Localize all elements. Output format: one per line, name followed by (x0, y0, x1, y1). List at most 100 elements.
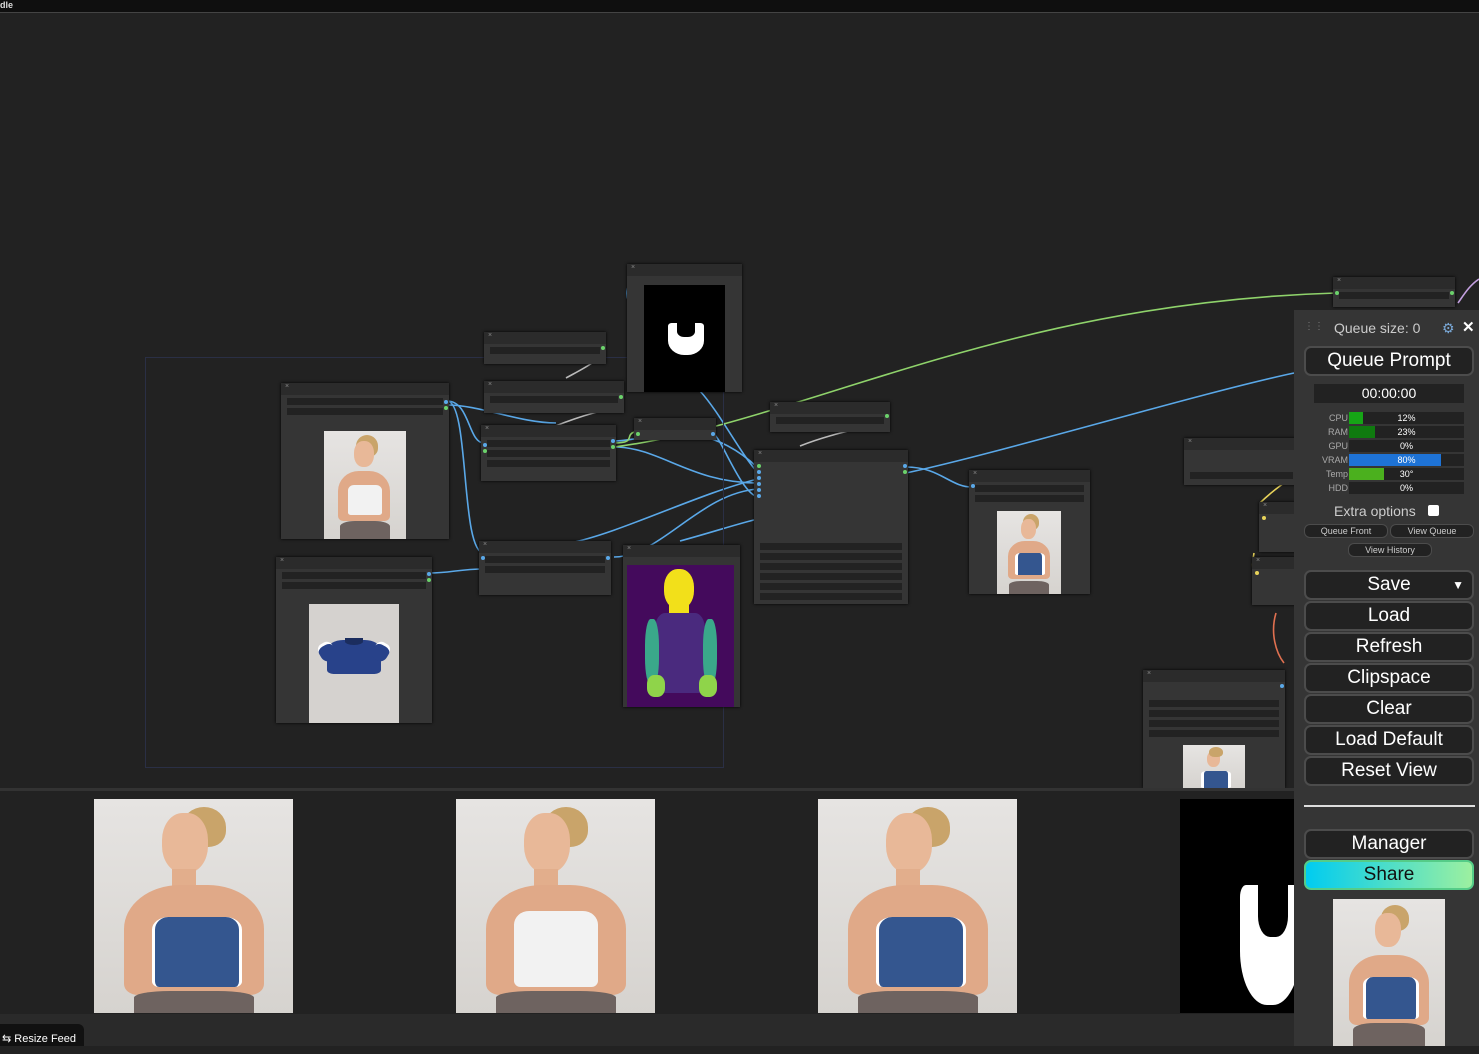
mask-preview-node[interactable] (627, 263, 742, 392)
node-title[interactable] (969, 469, 1090, 482)
input-socket[interactable] (481, 556, 485, 560)
clear-button[interactable]: Clear (1304, 694, 1474, 724)
node-widget[interactable] (1149, 710, 1279, 717)
graph-node[interactable] (770, 401, 890, 432)
node-widget[interactable] (1149, 700, 1279, 707)
node-widget[interactable] (776, 417, 884, 424)
result-preview-node[interactable] (969, 469, 1090, 594)
node-widget[interactable] (760, 573, 902, 580)
node-widget[interactable] (760, 563, 902, 570)
sampler-node[interactable] (754, 449, 908, 604)
graph-node[interactable] (1184, 437, 1299, 485)
node-widget[interactable] (485, 566, 605, 573)
resize-feed-button[interactable]: ⇆ Resize Feed (0, 1024, 84, 1046)
queue-panel-header[interactable]: ⋮⋮ Queue size: 0 ⚙ ✕ (1294, 318, 1479, 338)
output-socket[interactable] (903, 470, 907, 474)
output-socket[interactable] (611, 439, 615, 443)
node-title[interactable] (1184, 437, 1299, 450)
input-socket[interactable] (757, 470, 761, 474)
load-default-button[interactable]: Load Default (1304, 725, 1474, 755)
clipspace-button[interactable]: Clipspace (1304, 663, 1474, 693)
node-widget[interactable] (282, 572, 426, 579)
node-widget[interactable] (1190, 472, 1293, 479)
input-socket[interactable] (483, 443, 487, 447)
node-widget[interactable] (1149, 730, 1279, 737)
node-title[interactable] (1333, 276, 1455, 289)
graph-node[interactable] (484, 380, 624, 413)
output-socket[interactable] (427, 578, 431, 582)
node-title[interactable] (754, 449, 908, 462)
graph-node[interactable] (484, 331, 606, 364)
node-title[interactable] (276, 556, 432, 569)
gear-icon[interactable]: ⚙ (1442, 320, 1455, 337)
node-widget[interactable] (1339, 292, 1449, 299)
node-widget[interactable] (487, 450, 610, 457)
node-widget[interactable] (487, 440, 610, 447)
output-socket[interactable] (606, 556, 610, 560)
load-button[interactable]: Load (1304, 601, 1474, 631)
chevron-down-icon[interactable]: ▼ (1452, 572, 1464, 598)
node-widget[interactable] (975, 495, 1084, 502)
graph-node[interactable] (1333, 276, 1455, 307)
node-widget[interactable] (287, 408, 443, 415)
feed-image-mask[interactable] (1180, 799, 1294, 1013)
view-queue-button[interactable]: View Queue (1390, 524, 1474, 538)
output-socket[interactable] (611, 445, 615, 449)
extra-options-checkbox[interactable] (1428, 505, 1439, 516)
graph-node[interactable] (634, 417, 716, 440)
graph-node[interactable] (1259, 501, 1299, 552)
drag-handle-icon[interactable]: ⋮⋮ (1304, 321, 1324, 332)
queue-prompt-button[interactable]: Queue Prompt (1304, 346, 1474, 376)
input-socket[interactable] (1255, 571, 1259, 575)
latest-output-thumbnail[interactable] (1333, 899, 1445, 1046)
output-socket[interactable] (444, 406, 448, 410)
load-image-node-garment[interactable] (276, 556, 432, 723)
graph-node[interactable] (479, 540, 611, 595)
node-widget[interactable] (760, 553, 902, 560)
graph-node[interactable] (1252, 556, 1300, 605)
output-socket[interactable] (1280, 684, 1284, 688)
feed-image-result-1[interactable] (94, 799, 293, 1013)
node-title[interactable] (1259, 501, 1299, 514)
node-graph-canvas[interactable] (0, 13, 1479, 788)
node-widget[interactable] (490, 347, 600, 354)
manager-button[interactable]: Manager (1304, 829, 1474, 859)
feed-image-result-2[interactable] (818, 799, 1017, 1013)
input-socket[interactable] (757, 488, 761, 492)
input-socket[interactable] (971, 484, 975, 488)
node-title[interactable] (623, 544, 740, 557)
node-title[interactable] (481, 424, 616, 437)
node-title[interactable] (1143, 669, 1285, 682)
save-button[interactable]: Save ▼ (1304, 570, 1474, 600)
node-title[interactable] (770, 401, 890, 414)
input-socket[interactable] (1262, 516, 1266, 520)
input-socket[interactable] (757, 482, 761, 486)
load-image-node-model[interactable] (281, 382, 449, 539)
output-socket[interactable] (711, 432, 715, 436)
output-socket[interactable] (601, 346, 605, 350)
view-history-button[interactable]: View History (1348, 543, 1432, 557)
node-widget[interactable] (975, 485, 1084, 492)
node-title[interactable] (484, 380, 624, 393)
node-widget[interactable] (760, 593, 902, 600)
output-socket[interactable] (1450, 291, 1454, 295)
node-widget[interactable] (485, 556, 605, 563)
node-title[interactable] (634, 417, 716, 430)
node-widget[interactable] (282, 582, 426, 589)
node-widget[interactable] (760, 583, 902, 590)
image-output-node[interactable] (1143, 669, 1285, 788)
output-socket[interactable] (427, 572, 431, 576)
input-socket[interactable] (757, 476, 761, 480)
close-icon[interactable]: ✕ (1462, 318, 1475, 336)
input-socket[interactable] (757, 494, 761, 498)
reset-view-button[interactable]: Reset View (1304, 756, 1474, 786)
input-socket[interactable] (1335, 291, 1339, 295)
node-widget[interactable] (1149, 720, 1279, 727)
share-button[interactable]: Share (1304, 860, 1474, 890)
node-widget[interactable] (287, 398, 443, 405)
output-socket[interactable] (444, 400, 448, 404)
input-socket[interactable] (483, 449, 487, 453)
node-widget[interactable] (760, 543, 902, 550)
refresh-button[interactable]: Refresh (1304, 632, 1474, 662)
node-title[interactable] (479, 540, 611, 553)
